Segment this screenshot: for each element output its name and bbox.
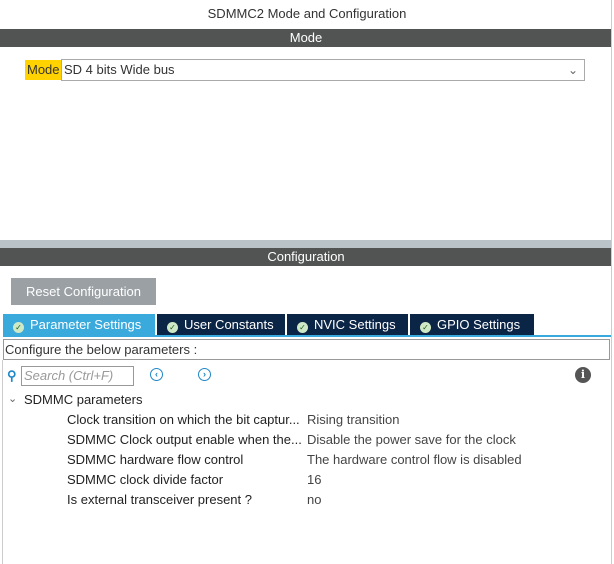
param-name[interactable]: SDMMC hardware flow control (67, 452, 243, 467)
param-name[interactable]: SDMMC Clock output enable when the... (67, 432, 302, 447)
configuration-header: Configuration (0, 248, 612, 266)
configure-hint: Configure the below parameters : (3, 339, 610, 360)
param-value[interactable]: Rising transition (307, 412, 400, 427)
reset-configuration-button[interactable]: Reset Configuration (11, 278, 156, 305)
divider (611, 0, 612, 564)
param-value[interactable]: The hardware control flow is disabled (307, 452, 522, 467)
tree-group-sdmmc-parameters[interactable]: SDMMC parameters (24, 392, 142, 407)
param-value[interactable]: 16 (307, 472, 321, 487)
check-icon: ✓ (297, 322, 308, 333)
param-name[interactable]: Is external transceiver present ? (67, 492, 252, 507)
previous-icon[interactable]: ‹ (150, 368, 163, 381)
next-icon[interactable]: › (198, 368, 211, 381)
info-icon[interactable]: i (575, 367, 591, 383)
mode-label: Mode (25, 60, 62, 80)
mode-header: Mode (0, 29, 612, 47)
tab-gpio-settings[interactable]: ✓ GPIO Settings (410, 314, 534, 335)
param-name[interactable]: SDMMC clock divide factor (67, 472, 223, 487)
divider (2, 360, 3, 564)
tab-underline (3, 335, 611, 337)
tab-user-constants[interactable]: ✓ User Constants (157, 314, 285, 335)
chevron-down-icon[interactable]: ⌄ (8, 392, 17, 405)
tab-label: User Constants (184, 317, 274, 332)
tab-parameter-settings[interactable]: ✓ Parameter Settings (3, 314, 155, 335)
tab-label: GPIO Settings (437, 317, 521, 332)
window-title: SDMMC2 Mode and Configuration (207, 6, 407, 21)
mode-value: SD 4 bits Wide bus (64, 62, 175, 77)
search-icon: ⚲ (7, 368, 17, 383)
param-name[interactable]: Clock transition on which the bit captur… (67, 412, 300, 427)
chevron-down-icon: ⌄ (567, 63, 578, 77)
param-value[interactable]: Disable the power save for the clock (307, 432, 516, 447)
tab-label: NVIC Settings (314, 317, 396, 332)
splitter[interactable] (0, 240, 612, 248)
tab-label: Parameter Settings (30, 317, 142, 332)
search-input[interactable]: Search (Ctrl+F) (21, 366, 134, 386)
param-value[interactable]: no (307, 492, 321, 507)
mode-select[interactable]: SD 4 bits Wide bus ⌄ (61, 59, 585, 81)
check-icon: ✓ (420, 322, 431, 333)
tab-nvic-settings[interactable]: ✓ NVIC Settings (287, 314, 408, 335)
check-icon: ✓ (167, 322, 178, 333)
check-icon: ✓ (13, 322, 24, 333)
